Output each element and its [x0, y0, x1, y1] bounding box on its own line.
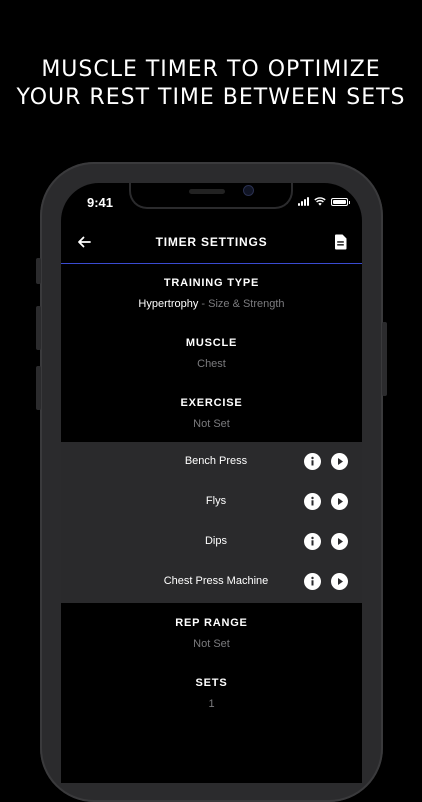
speaker-grill — [189, 189, 225, 194]
promo-line-1: MUSCLE TIMER TO OPTIMIZE — [41, 57, 381, 82]
muscle-section[interactable]: MUSCLE Chest — [61, 337, 362, 370]
cellular-signal-icon — [298, 197, 309, 206]
phone-notch — [129, 183, 293, 209]
play-icon — [338, 458, 343, 465]
promo-line-2: YOUR REST TIME BETWEEN SETS — [16, 85, 406, 110]
list-item[interactable]: Bench Press — [61, 442, 362, 482]
training-type-section[interactable]: TRAINING TYPE Hypertrophy - Size & Stren… — [61, 277, 362, 310]
document-icon — [334, 234, 346, 250]
phone-silent-switch — [36, 258, 41, 284]
exercise-label: EXERCISE — [180, 397, 243, 409]
info-button[interactable] — [304, 573, 321, 590]
exercise-section[interactable]: EXERCISE Not Set — [61, 397, 362, 430]
play-icon — [338, 538, 343, 545]
front-camera-icon — [243, 185, 254, 196]
play-button[interactable] — [331, 573, 348, 590]
training-type-main: Hypertrophy — [138, 298, 199, 310]
info-icon — [311, 576, 314, 586]
muscle-value: Chest — [197, 358, 226, 370]
sets-value: 1 — [208, 698, 215, 710]
phone-screen: 9:41 TIMER SETTINGS TRAINING TYPE Hypert… — [61, 183, 362, 783]
phone-volume-up — [36, 306, 41, 350]
list-item[interactable]: Chest Press Machine — [61, 562, 362, 602]
list-item[interactable]: Flys — [61, 482, 362, 522]
play-icon — [338, 578, 343, 585]
battery-icon — [331, 197, 350, 206]
info-button[interactable] — [304, 533, 321, 550]
info-button[interactable] — [304, 493, 321, 510]
exercise-value: Not Set — [193, 418, 230, 430]
sets-section[interactable]: SETS 1 — [61, 677, 362, 710]
rep-range-section[interactable]: REP RANGE Not Set — [61, 617, 362, 650]
info-icon — [311, 456, 314, 466]
wifi-icon — [314, 197, 326, 206]
play-icon — [338, 498, 343, 505]
play-button[interactable] — [331, 493, 348, 510]
notes-button[interactable] — [332, 232, 348, 252]
info-icon — [311, 496, 314, 506]
promo-headline: MUSCLE TIMER TO OPTIMIZE YOUR REST TIME … — [0, 56, 422, 112]
training-type-label: TRAINING TYPE — [163, 277, 260, 289]
rep-range-value: Not Set — [193, 638, 230, 650]
info-icon — [311, 536, 314, 546]
play-button[interactable] — [331, 533, 348, 550]
status-icons — [298, 197, 350, 206]
training-type-value: Hypertrophy - Size & Strength — [61, 298, 362, 310]
page-title: TIMER SETTINGS — [155, 235, 268, 249]
info-button[interactable] — [304, 453, 321, 470]
list-item[interactable]: Dips — [61, 522, 362, 562]
exercise-list: Bench Press Flys Dips Chest Press Machin… — [61, 442, 362, 603]
play-button[interactable] — [331, 453, 348, 470]
phone-power-button — [382, 322, 387, 396]
sets-label: SETS — [195, 677, 228, 689]
phone-volume-down — [36, 366, 41, 410]
muscle-label: MUSCLE — [185, 337, 238, 349]
nav-bar: TIMER SETTINGS — [61, 223, 362, 264]
training-type-detail: - Size & Strength — [198, 298, 285, 310]
rep-range-label: REP RANGE — [175, 617, 248, 629]
status-time: 9:41 — [87, 195, 114, 210]
